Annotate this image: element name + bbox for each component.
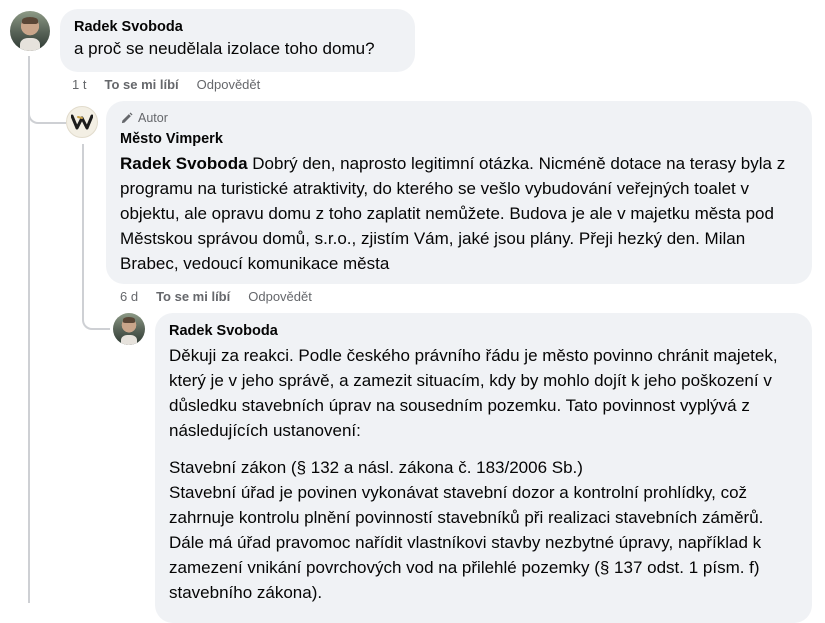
author-badge: Autor — [120, 109, 798, 127]
comment-paragraph: Děkuji za reakci. Podle českého právního… — [169, 346, 778, 440]
comment-actions: 6 d To se mi líbí Odpovědět — [120, 288, 312, 306]
vimperk-logo-icon — [71, 114, 93, 130]
reply-button[interactable]: Odpovědět — [197, 76, 261, 94]
comment-bubble: Radek Svoboda Děkuji za reakci. Podle če… — [155, 313, 812, 623]
comment-bubble: Autor Město Vimperk Radek Svoboda Dobrý … — [106, 101, 812, 284]
author-badge-label: Autor — [138, 111, 168, 125]
avatar[interactable] — [10, 11, 50, 51]
mention-link[interactable]: Radek Svoboda — [120, 154, 248, 173]
pencil-icon — [121, 111, 133, 123]
comment-paragraph: Stavební úřad je povinen vykonávat stave… — [169, 483, 764, 602]
comment-text: a proč se neudělala izolace toho domu? — [74, 39, 375, 58]
comment-actions: 1 t To se mi líbí Odpovědět — [72, 76, 260, 94]
comment-author[interactable]: Radek Svoboda — [74, 18, 401, 37]
like-button[interactable]: To se mi líbí — [156, 288, 230, 306]
comment-paragraph-title: Stavební zákon (§ 132 a násl. zákona č. … — [169, 458, 583, 477]
comment-timestamp[interactable]: 1 t — [72, 76, 86, 94]
thread-line — [28, 56, 30, 603]
reply-button[interactable]: Odpovědět — [248, 288, 312, 306]
thread-elbow-nested — [82, 300, 110, 330]
page-logo-avatar[interactable] — [66, 106, 98, 138]
like-button[interactable]: To se mi líbí — [104, 76, 178, 94]
comment-author[interactable]: Město Vimperk — [120, 130, 798, 149]
comment-text: Radek Svoboda Dobrý den, naprosto legiti… — [120, 151, 798, 276]
thread-elbow — [28, 100, 66, 124]
comment-author[interactable]: Radek Svoboda — [169, 322, 798, 341]
comment-bubble: Radek Svoboda a proč se neudělala izolac… — [60, 9, 415, 72]
comment-timestamp[interactable]: 6 d — [120, 288, 138, 306]
avatar[interactable] — [113, 313, 145, 345]
thread-line-nested — [82, 144, 84, 304]
